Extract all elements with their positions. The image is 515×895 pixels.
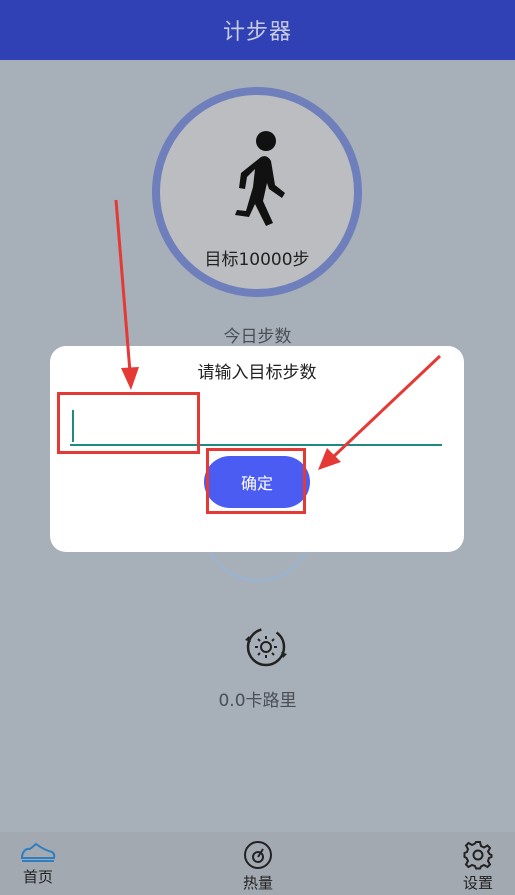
top-bar: 计步器 [0, 0, 515, 60]
nav-calories[interactable]: 热量 [228, 832, 288, 895]
goal-steps-text: 目标10000步 [204, 250, 310, 270]
shoe-icon [21, 842, 56, 862]
annotation-box-input [57, 392, 200, 454]
scale-icon [244, 841, 272, 869]
page-title: 计步器 [222, 20, 292, 45]
calories-text: 0.0卡路里 [218, 691, 297, 711]
nav-home[interactable]: 首页 [8, 832, 68, 895]
dialog-title: 请输入目标步数 [197, 363, 317, 383]
nav-settings-label: 设置 [462, 874, 493, 892]
nav-settings[interactable]: 设置 [448, 832, 508, 895]
bottom-nav: 首页 热量 设置 [0, 832, 515, 895]
annotation-box-button [206, 448, 306, 514]
today-steps-label: 今日步数 [223, 327, 292, 347]
nav-home-label: 首页 [22, 868, 53, 886]
gear-icon [463, 841, 493, 870]
app-screen: 计步器 目标10000步 今日步数 0.0卡路里 首页 热量 设置 请输入目标步… [0, 0, 515, 895]
walking-person-icon [235, 131, 285, 226]
calorie-sun-icon [245, 627, 287, 667]
nav-calories-label: 热量 [242, 874, 273, 892]
goal-circle[interactable]: 目标10000步 [152, 87, 362, 297]
